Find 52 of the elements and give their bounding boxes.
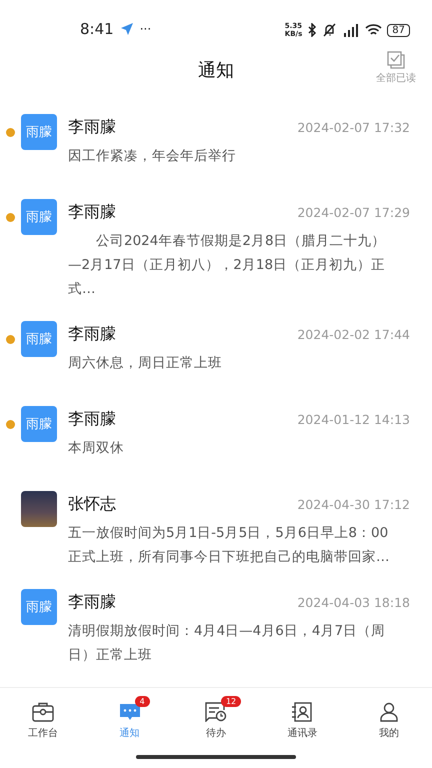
bluetooth-icon (307, 23, 318, 37)
notification-item[interactable]: 雨朦 李雨朦 2024-02-02 17:44 周六休息，周日正常上班 (0, 321, 432, 406)
battery-indicator: 87 (387, 24, 410, 36)
photo-placeholder (21, 491, 57, 527)
notification-item[interactable]: 雨朦 李雨朦 2024-02-07 17:32 因工作紧凑，年会年后举行 (0, 114, 432, 199)
signal-icon (342, 23, 360, 37)
more-indicator: ··· (140, 22, 152, 36)
muted-bell-icon (322, 23, 338, 37)
paper-plane-icon (120, 22, 134, 36)
message-preview: 因工作紧凑，年会年后举行 (68, 147, 237, 166)
sender-name: 李雨朦 (68, 116, 116, 138)
person-icon (378, 702, 400, 722)
notification-item[interactable]: 张怀志 2024-04-30 17:12 五一放假时间为5月1日-5月5日，5月6日早上8：00正式上班，所有同事今日下班把自己的电脑带回家… (0, 491, 432, 589)
tab-item[interactable]: 4 通知 (94, 694, 165, 740)
timestamp: 2024-04-30 17:12 (297, 496, 410, 512)
sender-name: 李雨朦 (68, 408, 116, 430)
sender-name: 李雨朦 (68, 324, 116, 344)
avatar: 雨朦 (21, 406, 57, 442)
wifi-icon (365, 23, 382, 37)
timestamp: 2024-02-07 17:32 (297, 120, 410, 134)
briefcase-icon (32, 702, 54, 722)
message-preview: 清明假期放假时间：4月4日—4月6日，4月7日（周日）正常上班 (68, 622, 386, 665)
status-time: 8:41 (80, 20, 114, 38)
avatar: 雨朦 (21, 589, 57, 625)
checkbox-icon (386, 50, 406, 70)
sender-name: 张怀志 (68, 494, 116, 514)
clock-list-icon (204, 702, 227, 722)
notification-item[interactable]: 雨朦 李雨朦 2024-02-07 17:29 公司2024年春节假期是2月8日（腊月二十九）—2月17日（正月初八），2月18日（正月初九）正式… (0, 199, 432, 321)
tab-item[interactable]: 通讯录 (267, 694, 338, 740)
message-preview: 周六休息，周日正常上班 (68, 354, 223, 373)
timestamp: 2024-02-07 17:29 (297, 204, 410, 220)
sender-name: 李雨朦 (68, 592, 116, 612)
count-badge: 4 (134, 696, 150, 707)
chat-bubble-icon (118, 702, 141, 722)
count-badge: 12 (220, 696, 242, 707)
tab-item[interactable]: 12 待办 (180, 694, 251, 740)
sender-name: 李雨朦 (68, 202, 116, 222)
avatar: 雨朦 (21, 199, 57, 235)
avatar: 雨朦 (21, 321, 57, 357)
notification-item[interactable]: 雨朦 李雨朦 2024-04-03 18:18 清明假期放假时间：4月4日—4月6日，4月7日（周日）正常上班 (0, 589, 432, 687)
message-preview: 公司2024年春节假期是2月8日（腊月二十九）—2月17日（正月初八），2月18日（正月初九）正式… (68, 232, 387, 299)
message-preview: 本周双休 (68, 439, 125, 458)
tab-item[interactable]: 我的 (354, 694, 424, 740)
tab-item[interactable]: 工作台 (8, 694, 78, 740)
page-title: 通知 (198, 59, 234, 82)
timestamp: 2024-04-03 18:18 (297, 594, 410, 610)
timestamp: 2024-02-02 17:44 (297, 326, 410, 342)
notification-item[interactable]: 雨朦 李雨朦 2024-01-12 14:13 本周双休 (0, 406, 432, 491)
avatar: 雨朦 (21, 114, 57, 150)
timestamp: 2024-01-12 14:13 (297, 412, 410, 426)
message-preview: 五一放假时间为5月1日-5月5日，5月6日早上8：00正式上班，所有同事今日下班把自己的电脑带回家… (68, 524, 390, 567)
contact-book-icon (291, 702, 314, 722)
